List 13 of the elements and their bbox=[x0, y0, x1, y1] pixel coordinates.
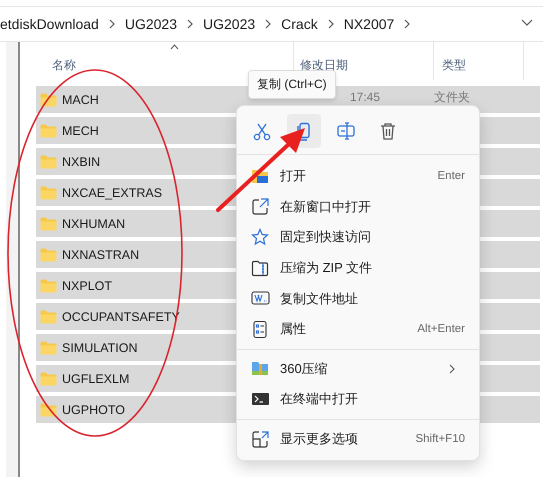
file-name: NXNASTRAN bbox=[62, 248, 140, 262]
file-name: NXPLOT bbox=[62, 278, 112, 292]
file-name: UGPHOTO bbox=[62, 402, 125, 416]
tooltip: 复制 (Ctrl+C) bbox=[248, 70, 336, 99]
file-name: UGFLEXLM bbox=[62, 372, 130, 386]
file-name: NXHUMAN bbox=[62, 216, 126, 230]
file-name: NXBIN bbox=[62, 154, 100, 168]
modified-date: 17:45 bbox=[350, 90, 380, 104]
file-name: MACH bbox=[62, 92, 99, 106]
file-type: 文件夹 bbox=[434, 89, 470, 104]
file-name: NXCAE_EXTRAS bbox=[62, 186, 162, 200]
file-name: SIMULATION bbox=[62, 340, 138, 354]
file-name: MECH bbox=[62, 124, 99, 138]
